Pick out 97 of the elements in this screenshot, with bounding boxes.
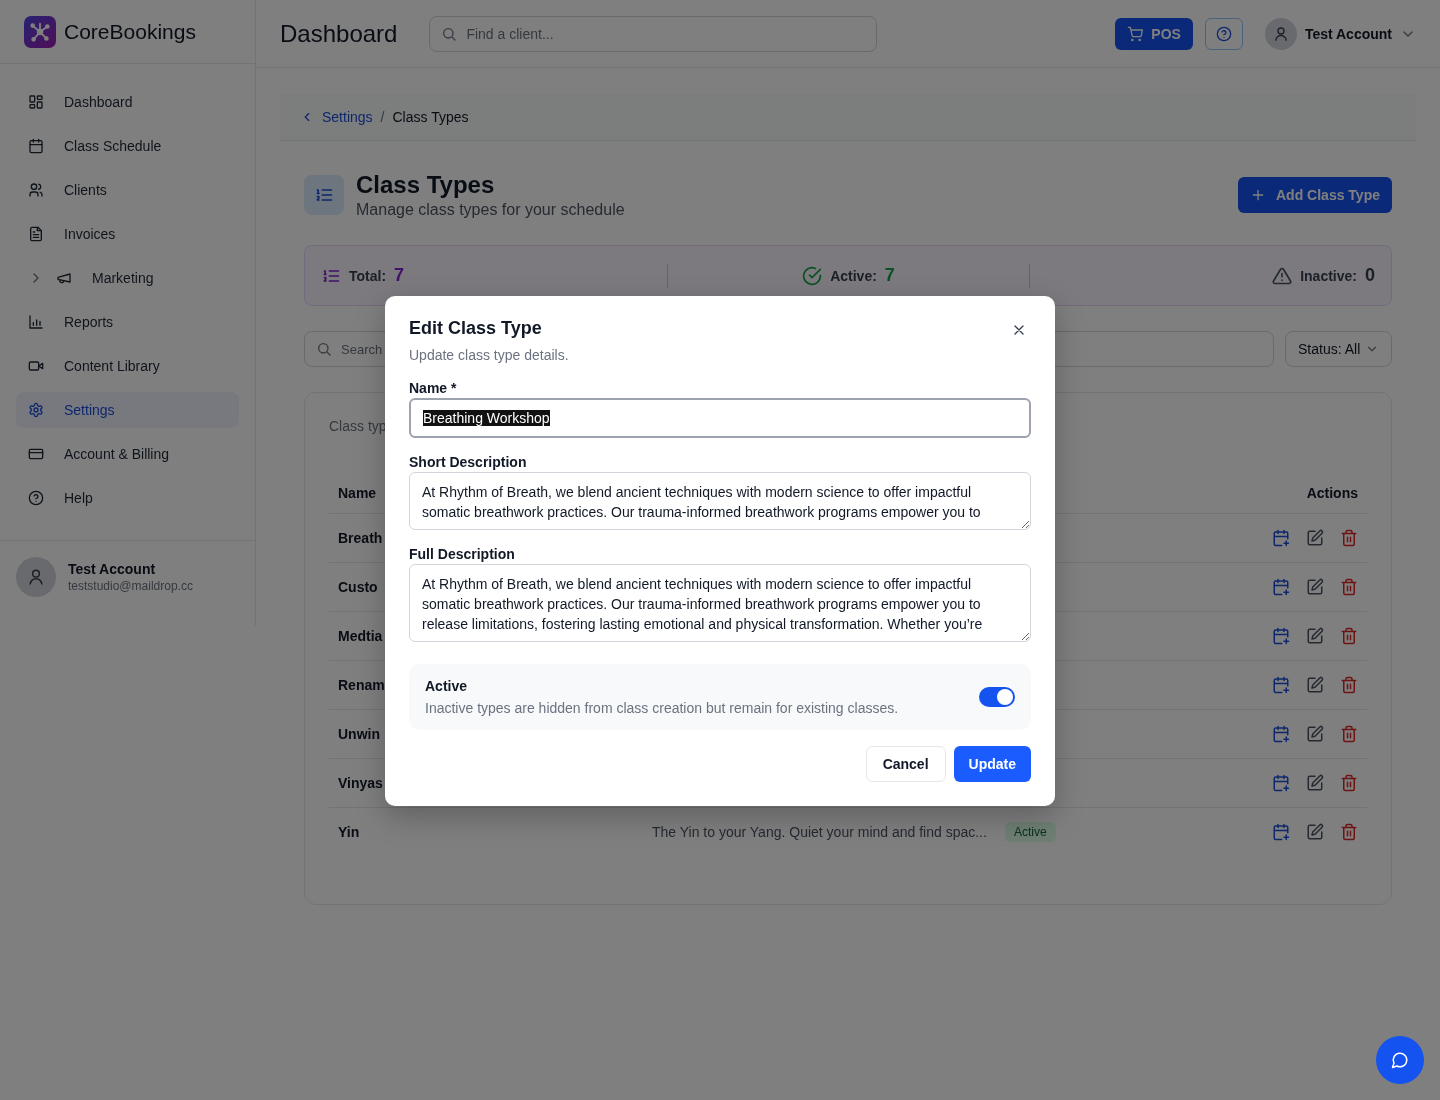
table-cell: The Yin to your Yang. Quiet your mind and find spac... — [652, 824, 987, 840]
setting-hint: Inactive types are hidden from class creation but remain for existing classes. — [425, 700, 899, 716]
table-cell: Breath — [338, 530, 383, 546]
user-email: teststudio@maildrop.cc — [68, 579, 193, 593]
edit-icon — [1306, 774, 1324, 792]
breadcrumb-separator: / — [380, 109, 385, 125]
table-cell: Yin — [338, 824, 360, 840]
table-cell: Custo — [338, 579, 378, 595]
settings-icon — [28, 402, 44, 418]
calendar-plus-icon — [1272, 725, 1290, 743]
breadcrumb-current: Class Types — [392, 109, 469, 125]
status-dropdown[interactable]: Status: All — [1285, 331, 1392, 367]
credit-card-icon — [28, 446, 44, 462]
edit-icon — [1306, 529, 1324, 547]
bar-chart-icon — [28, 314, 44, 330]
calendar-plus-icon — [1272, 627, 1290, 645]
pos-button[interactable]: POS — [1115, 17, 1193, 50]
trash-icon — [1340, 676, 1358, 694]
field-label: Name * — [409, 380, 458, 396]
breadcrumb-link[interactable]: Settings — [300, 109, 373, 125]
name-field[interactable]: Breathing Workshop — [409, 398, 1031, 438]
trash-icon — [1340, 725, 1358, 743]
chat-bubble-icon — [1391, 1051, 1409, 1069]
users-icon — [28, 182, 44, 198]
table-cell: Unwin — [338, 726, 380, 742]
cart-icon — [1127, 25, 1144, 42]
section-subtitle: Manage class types for your schedule — [356, 201, 625, 219]
table-cell: Vinyas — [338, 775, 383, 791]
help-icon — [28, 490, 44, 506]
active-toggle[interactable] — [979, 687, 1015, 707]
stat-value: 7 — [394, 265, 405, 286]
sidebar-item[interactable]: Clients — [16, 172, 239, 208]
app-logo-icon — [24, 15, 56, 48]
table-cell: Medtia — [338, 628, 383, 644]
sidebar-item[interactable]: Marketing — [16, 260, 239, 296]
search-field[interactable]: Find a client... — [429, 15, 878, 52]
edit-icon — [1306, 676, 1324, 694]
full-description-field[interactable]: At Rhythm of Breath, we blend ancient techniques with modern science to offer impactful somatic breathwork practices. Our trauma-informed breathwork programs empower you to release limitations, fostering lasting emotional and physical transformation. Whether you’re — [409, 564, 1031, 642]
stat-label: Total: — [349, 267, 387, 284]
add-class-type-button[interactable]: Add Class Type — [1238, 177, 1392, 213]
table-cell: Renam — [338, 677, 385, 693]
section-title: Class Types — [356, 171, 496, 199]
sidebar-item[interactable]: Help — [16, 480, 239, 516]
edit-icon — [1306, 578, 1324, 596]
setting-title: Active — [425, 678, 469, 694]
edit-icon — [1306, 725, 1324, 743]
document-icon — [28, 226, 44, 242]
status-badge: Active — [1005, 822, 1056, 842]
avatar-icon — [16, 557, 56, 597]
sidebar-item[interactable]: Class Schedule — [16, 128, 239, 164]
app-name: CoreBookings — [64, 19, 196, 44]
stat-value: 7 — [884, 265, 895, 286]
calendar-plus-icon — [1272, 676, 1290, 694]
calendar-plus-icon — [1272, 823, 1290, 841]
short-description-field[interactable]: At Rhythm of Breath, we blend ancient techniques with modern science to offer impactful somatic breathwork practices. Our trauma-informed breathwork programs empower you to — [409, 472, 1031, 530]
trash-icon — [1340, 578, 1358, 596]
update-button[interactable]: Update — [953, 746, 1031, 782]
stat-label: Active: — [830, 267, 877, 284]
trash-icon — [1340, 823, 1358, 841]
sidebar-item[interactable]: Dashboard — [16, 84, 239, 120]
sidebar-item[interactable]: Account & Billing — [16, 436, 239, 472]
video-camera-icon — [28, 358, 44, 374]
page-title: Dashboard — [280, 19, 398, 48]
calendar-icon — [28, 138, 44, 154]
plus-icon — [1250, 187, 1266, 203]
cancel-button[interactable]: Cancel — [865, 746, 946, 782]
help-button[interactable] — [1204, 17, 1243, 50]
sidebar-item[interactable]: Reports — [16, 304, 239, 340]
edit-icon — [1306, 823, 1324, 841]
calendar-plus-icon — [1272, 578, 1290, 596]
column-header: Actions — [1305, 485, 1358, 501]
trash-icon — [1340, 627, 1358, 645]
trash-icon — [1340, 774, 1358, 792]
trash-icon — [1340, 529, 1358, 547]
edit-icon — [1306, 627, 1324, 645]
calendar-plus-icon — [1272, 774, 1290, 792]
stat-value: 0 — [1365, 265, 1375, 286]
sidebar-item[interactable]: Settings — [16, 392, 239, 428]
megaphone-icon — [56, 270, 72, 286]
grid-icon — [28, 94, 44, 110]
calendar-plus-icon — [1272, 529, 1290, 547]
column-header: Name — [338, 485, 377, 501]
account-menu[interactable]: Test Account — [1264, 17, 1416, 50]
search-icon — [316, 341, 332, 357]
field-label: Short Description — [409, 454, 528, 470]
field-label: Full Description — [409, 546, 516, 562]
avatar-icon — [1264, 17, 1297, 50]
check-circle-icon — [802, 265, 823, 286]
chat-button[interactable] — [1376, 1036, 1424, 1084]
dialog-title: Edit Class Type — [409, 318, 542, 339]
user-name: Test Account — [68, 561, 157, 577]
help-icon — [1215, 25, 1232, 42]
sidebar-item[interactable]: Content Library — [16, 348, 239, 384]
sidebar-item[interactable]: Invoices — [16, 216, 239, 252]
stat-label: Inactive: — [1300, 267, 1357, 284]
warning-icon — [1272, 265, 1293, 286]
dialog-subtitle: Update class type details. — [409, 347, 570, 363]
